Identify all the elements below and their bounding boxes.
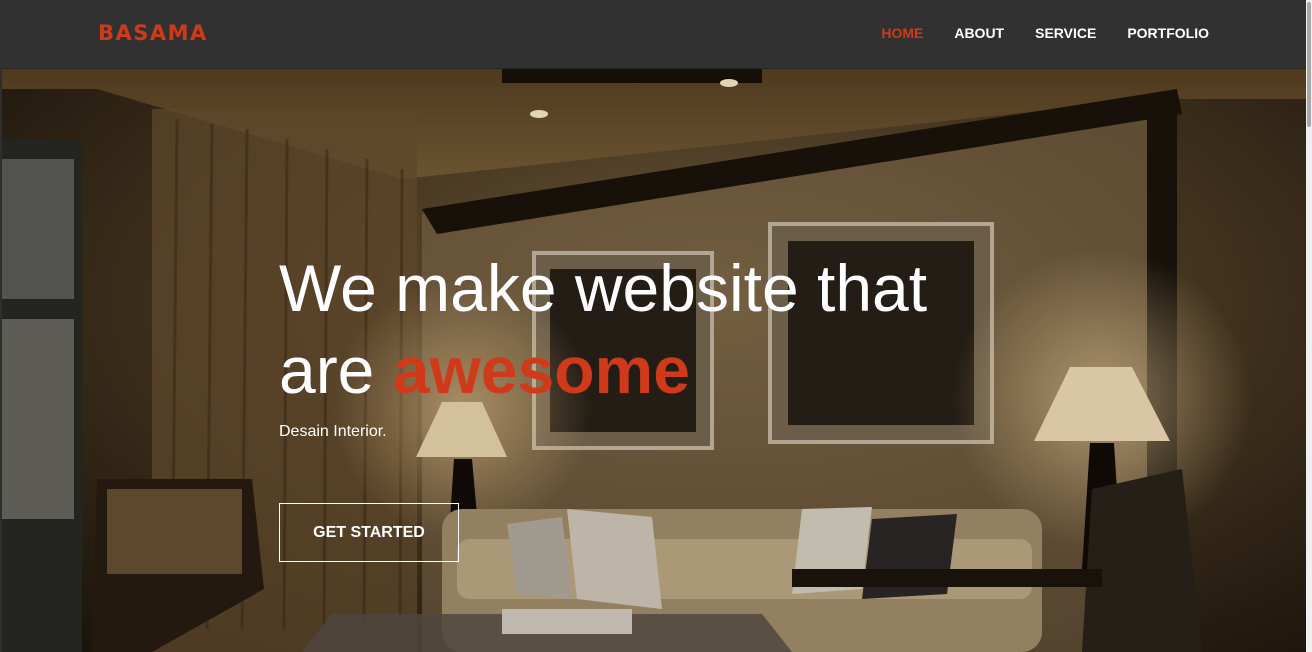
page-scrollbar[interactable] <box>1306 0 1312 652</box>
hero-subtitle: Desain Interior. <box>279 423 387 440</box>
hero-headline: We make website that are awesome <box>279 247 927 411</box>
nav-item-service[interactable]: SERVICE <box>1035 25 1096 41</box>
main-nav: HOME ABOUT SERVICE PORTFOLIO <box>881 25 1209 41</box>
brand-logo[interactable]: BASAMA <box>98 21 208 45</box>
nav-item-home[interactable]: HOME <box>881 25 923 41</box>
nav-item-portfolio[interactable]: PORTFOLIO <box>1127 25 1209 41</box>
top-navbar: BASAMA HOME ABOUT SERVICE PORTFOLIO <box>0 0 1306 69</box>
nav-item-about[interactable]: ABOUT <box>954 25 1004 41</box>
hero-section: We make website that are awesome Desain … <box>2 69 1306 652</box>
scrollbar-thumb[interactable] <box>1307 2 1311 127</box>
get-started-button[interactable]: GET STARTED <box>279 503 459 562</box>
hero-headline-line2-prefix: are <box>279 333 393 407</box>
hero-headline-accent: awesome <box>392 333 690 407</box>
hero-headline-line1: We make website that <box>279 251 928 325</box>
